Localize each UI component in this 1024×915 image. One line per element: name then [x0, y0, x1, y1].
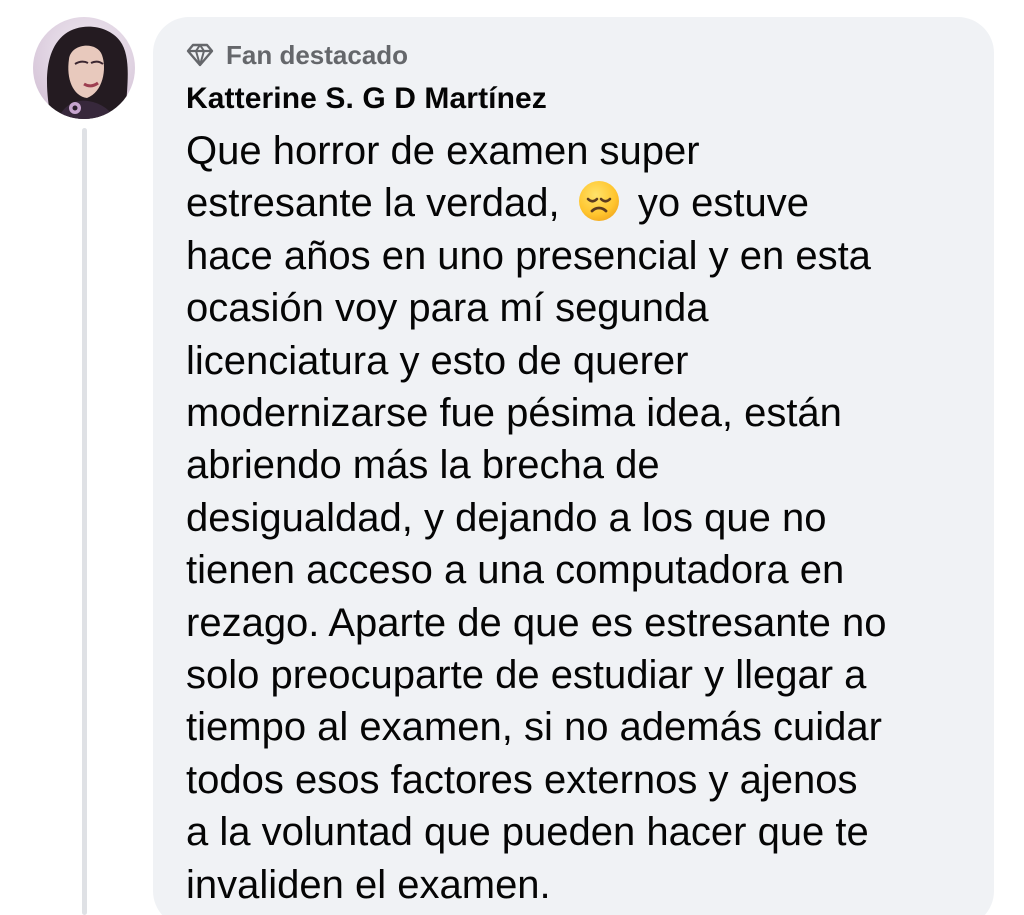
comment-line: hace años en uno presencial y en esta — [186, 233, 871, 278]
badge-label: Fan destacado — [226, 39, 409, 70]
comment-line: Que horror de examen super — [186, 129, 700, 173]
thread-line — [82, 128, 87, 915]
comment-line: modernizarse fue pésima idea, están — [186, 391, 842, 436]
comment-line: ocasión voy para mí segunda — [186, 286, 709, 331]
comment-line-fragment: yo estuve — [637, 181, 810, 226]
comment-author[interactable]: Katterine S. G D Martínez — [186, 82, 547, 116]
comment-line: rezago. Aparte de que es estresante no — [186, 600, 887, 645]
comment-line: tiempo al examen, si no además cuidar — [186, 705, 882, 750]
avatar[interactable] — [33, 17, 135, 119]
comment-line: solo preocuparte de estudiar y llegar a — [186, 653, 867, 698]
profile-photo — [47, 26, 128, 119]
top-fan-badge[interactable]: Fan destacado — [186, 38, 408, 72]
comment-text: Que horror de examen super estresante la… — [186, 125, 976, 911]
comment-line: desigualdad, y dejando a los que no — [186, 495, 827, 540]
comment-line: abriendo más la brecha de — [186, 443, 660, 488]
comment-line: todos esos factores externos y ajenos — [186, 757, 858, 802]
disappointed-face-emoji — [578, 181, 619, 222]
comment-line-with-emoji: estresante la verdad, yo estuve — [186, 177, 976, 229]
comment-line: tienen acceso a una computadora en — [186, 548, 845, 593]
comment-line: invaliden el examen. — [186, 862, 551, 907]
comment-line-fragment: estresante la verdad, — [186, 181, 560, 226]
comment-line: a la voluntad que pueden hacer que te — [186, 810, 869, 855]
comment-line: licenciatura y esto de querer — [186, 338, 689, 383]
diamond-icon — [186, 43, 214, 67]
